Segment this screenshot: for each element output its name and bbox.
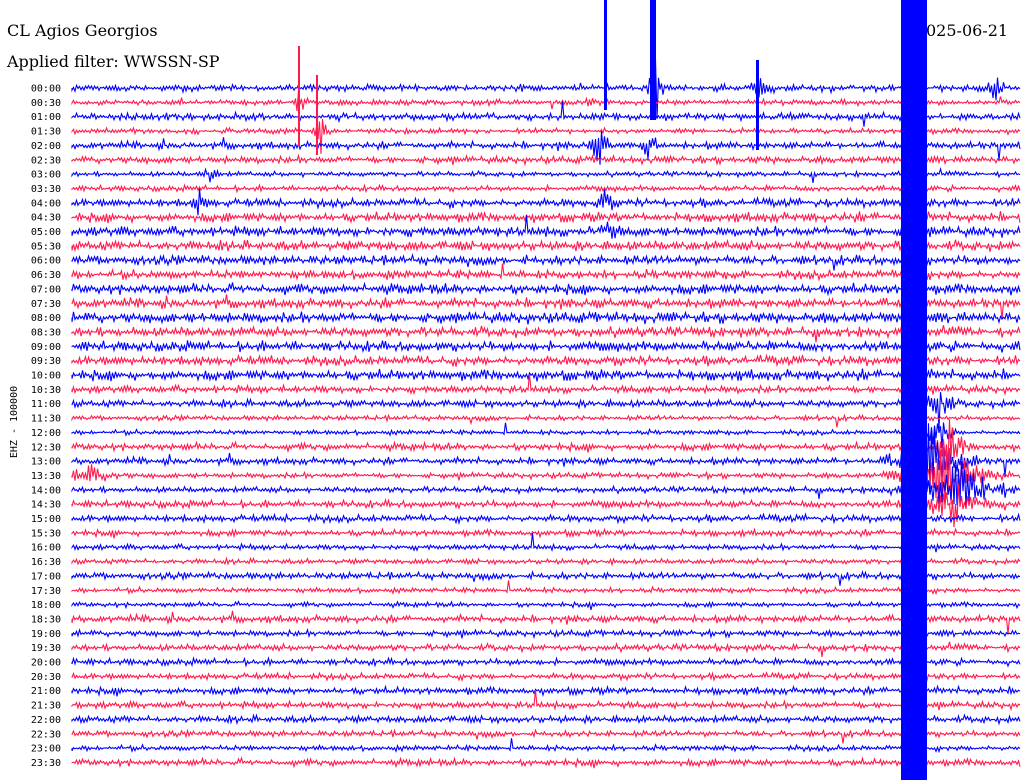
time-tick-label: 05:30 — [31, 241, 61, 252]
helicorder-chart: 00:00 00:30 01:00 01:30 02:00 02:30 03:00 03:30… — [0, 0, 1024, 780]
time-tick-label: 21:30 — [31, 701, 61, 712]
time-tick-label: 19:30 — [31, 643, 61, 654]
trace-spike — [316, 75, 318, 155]
trace-spike — [650, 0, 656, 120]
time-tick-label: 13:00 — [31, 457, 61, 468]
time-tick-label: 20:30 — [31, 672, 61, 683]
time-tick-label: 00:30 — [31, 98, 61, 109]
time-tick-label: 20:00 — [31, 658, 61, 669]
station-title: CL Agios Georgios — [7, 21, 158, 40]
time-tick-label: 11:00 — [31, 399, 61, 410]
trace-spike — [604, 0, 607, 110]
time-tick-label: 23:00 — [31, 744, 61, 755]
time-tick-label: 07:30 — [31, 299, 61, 310]
time-tick-label: 01:30 — [31, 127, 61, 138]
time-tick-label: 06:30 — [31, 270, 61, 281]
channel-axis-label: EHZ - 100000 — [9, 386, 20, 458]
time-tick-label: 16:00 — [31, 543, 61, 554]
time-tick-label: 02:30 — [31, 155, 61, 166]
time-tick-label: 17:30 — [31, 586, 61, 597]
time-tick-label: 00:00 — [31, 84, 61, 95]
time-tick-label: 08:30 — [31, 327, 61, 338]
time-tick-label: 22:00 — [31, 715, 61, 726]
time-tick-label: 10:00 — [31, 371, 61, 382]
time-tick-label: 04:30 — [31, 213, 61, 224]
trace-spike — [298, 46, 300, 146]
time-tick-label: 12:00 — [31, 428, 61, 439]
time-tick-label: 09:00 — [31, 342, 61, 353]
time-tick-label: 06:00 — [31, 256, 61, 267]
time-tick-label: 21:00 — [31, 686, 61, 697]
time-tick-label: 14:30 — [31, 500, 61, 511]
time-tick-label: 15:30 — [31, 528, 61, 539]
trace-spike — [756, 60, 759, 150]
time-tick-label: 04:00 — [31, 198, 61, 209]
time-tick-label: 08:00 — [31, 313, 61, 324]
time-tick-label: 18:00 — [31, 600, 61, 611]
time-tick-label: 13:30 — [31, 471, 61, 482]
time-tick-label: 15:00 — [31, 514, 61, 525]
time-tick-label: 22:30 — [31, 729, 61, 740]
time-tick-label: 23:30 — [31, 758, 61, 769]
time-tick-label: 09:30 — [31, 356, 61, 367]
time-tick-label: 03:00 — [31, 170, 61, 181]
date-label: 025-06-21 — [926, 21, 1008, 40]
time-tick-label: 16:30 — [31, 557, 61, 568]
time-tick-label: 18:30 — [31, 614, 61, 625]
filter-label: Applied filter: WWSSN-SP — [6, 52, 220, 71]
time-tick-label: 03:30 — [31, 184, 61, 195]
saturated-event-band — [901, 0, 927, 780]
time-tick-label: 10:30 — [31, 385, 61, 396]
time-tick-label: 19:00 — [31, 629, 61, 640]
time-tick-label: 12:30 — [31, 442, 61, 453]
time-tick-label: 05:00 — [31, 227, 61, 238]
time-tick-label: 02:00 — [31, 141, 61, 152]
time-tick-label: 11:30 — [31, 414, 61, 425]
time-tick-label: 07:00 — [31, 284, 61, 295]
time-tick-label: 14:00 — [31, 485, 61, 496]
time-tick-label: 01:00 — [31, 112, 61, 123]
time-tick-label: 17:00 — [31, 571, 61, 582]
